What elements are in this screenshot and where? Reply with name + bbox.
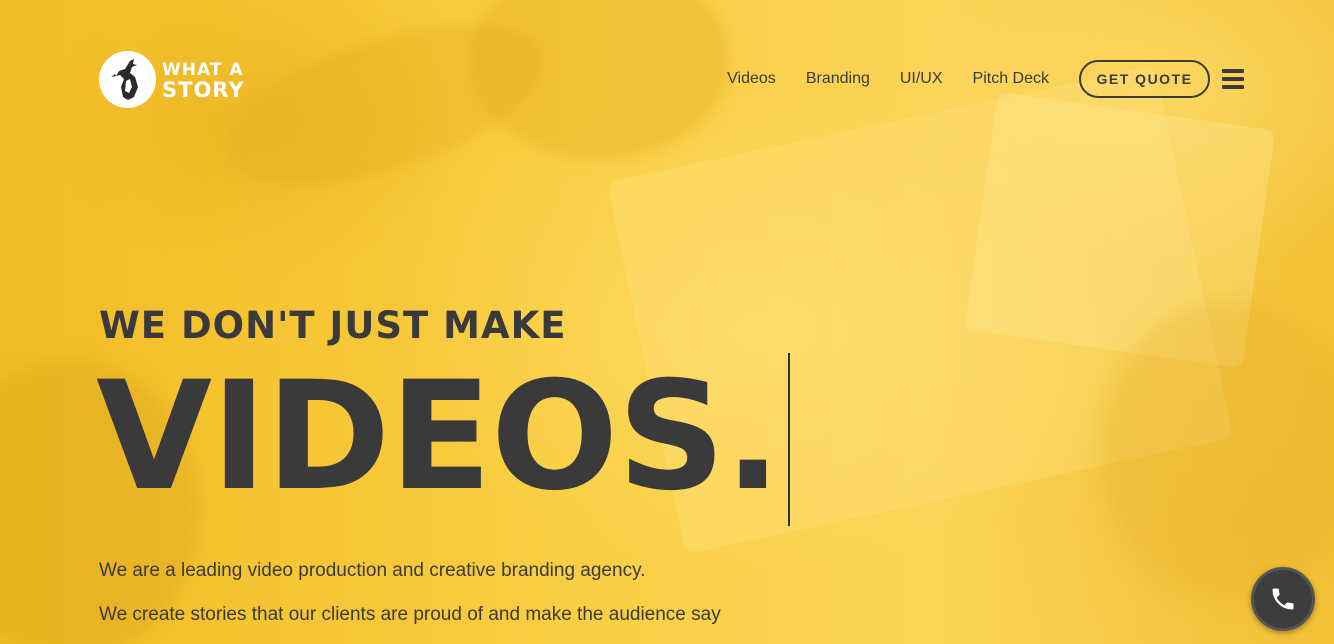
brand-name-line2: STORY xyxy=(162,77,245,102)
brand-name-line1: WHAT A xyxy=(162,59,244,80)
main-nav: Videos Branding UI/UX Pitch Deck GET QUO… xyxy=(727,60,1244,98)
nav-link-uiux[interactable]: UI/UX xyxy=(900,70,943,88)
brand-logo[interactable]: WHAT A STORY xyxy=(99,51,245,108)
nav-link-branding[interactable]: Branding xyxy=(806,70,870,88)
call-button[interactable] xyxy=(1251,567,1315,631)
brand-name: WHAT A STORY xyxy=(162,59,245,102)
hamburger-icon[interactable] xyxy=(1222,69,1244,89)
hero-headline: VIDEOS. xyxy=(96,350,781,524)
get-quote-button[interactable]: GET QUOTE xyxy=(1079,60,1210,98)
hero-tagline: WE DON'T JUST MAKE xyxy=(99,304,567,347)
hero-intro-paragraph: We are a leading video production and cr… xyxy=(99,560,646,581)
phone-icon xyxy=(1272,588,1294,610)
bird-logo-icon xyxy=(99,51,156,108)
typing-cursor xyxy=(788,353,790,526)
nav-link-videos[interactable]: Videos xyxy=(727,70,776,88)
hero-intro-paragraph-2: We create stories that our clients are p… xyxy=(99,604,721,625)
nav-link-pitch-deck[interactable]: Pitch Deck xyxy=(973,70,1049,88)
